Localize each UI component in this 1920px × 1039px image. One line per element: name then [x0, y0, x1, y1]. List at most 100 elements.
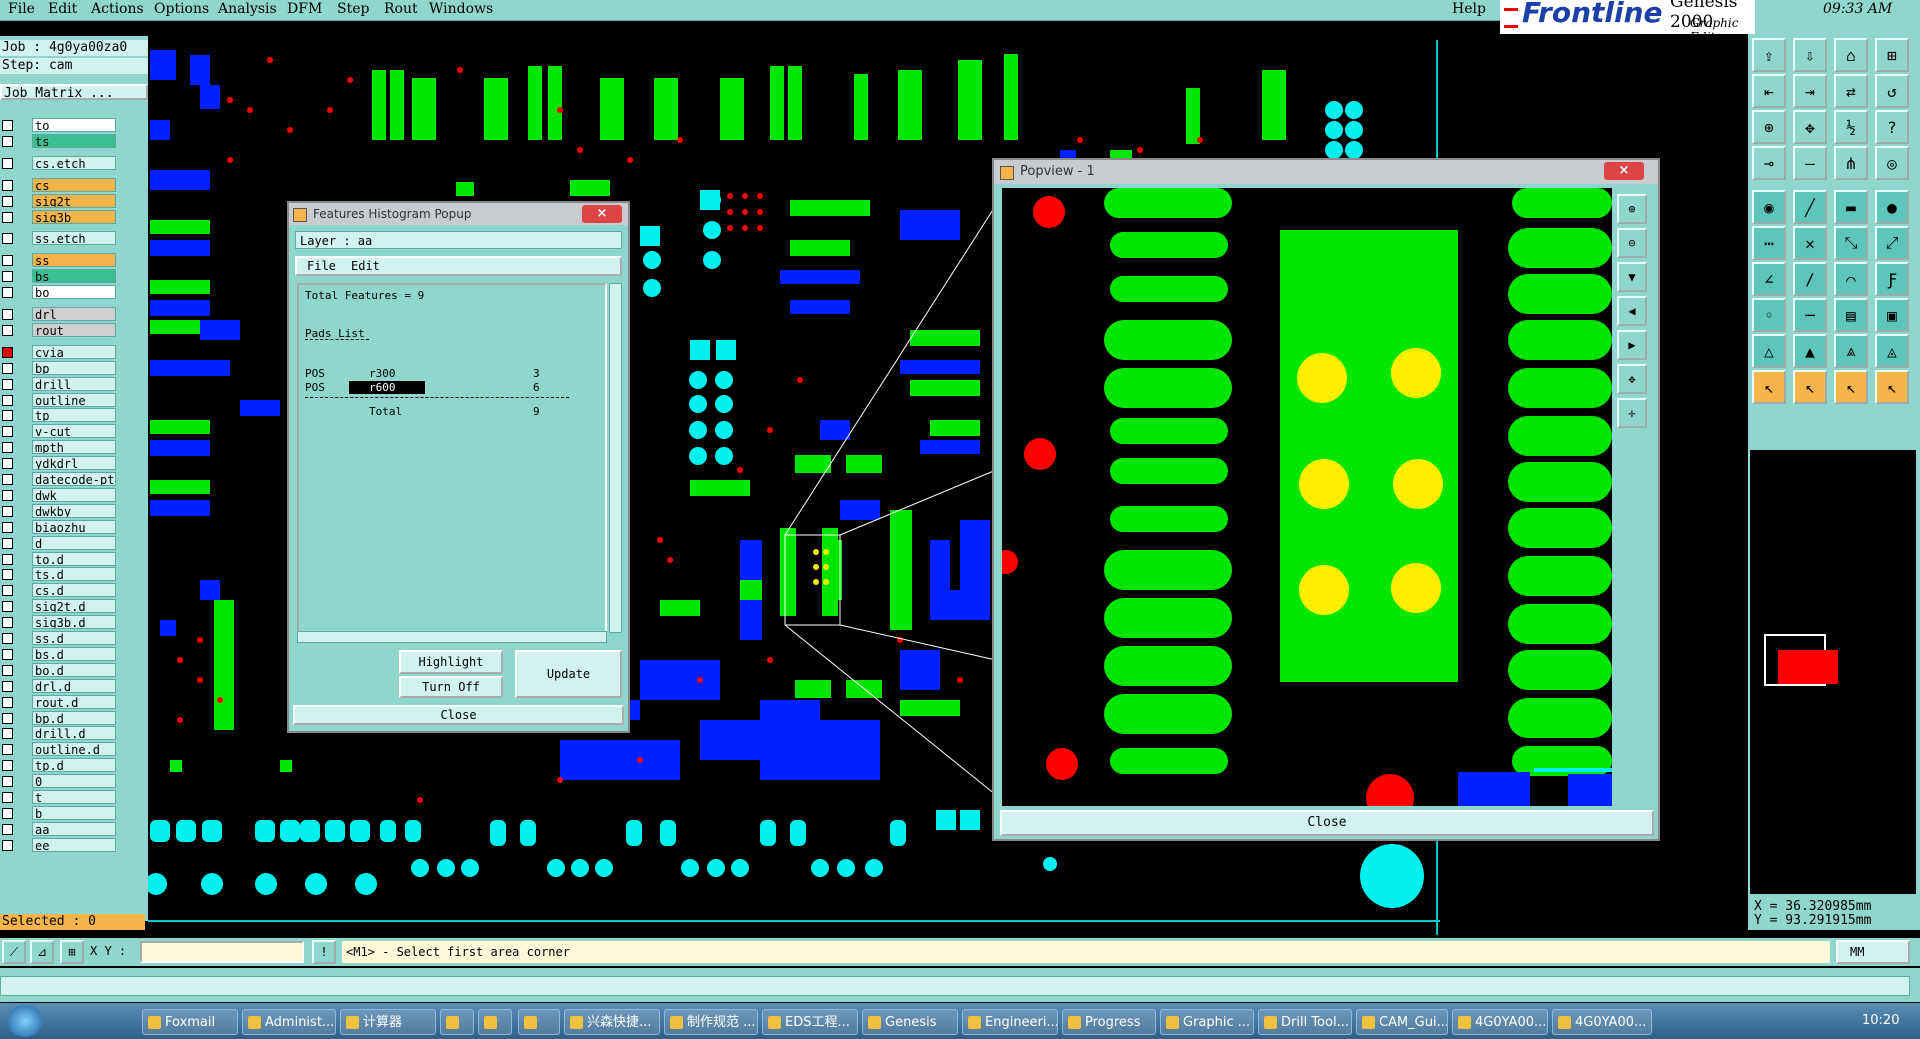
layer-label[interactable]: ee [32, 837, 116, 852]
menu-options[interactable]: Options [154, 1, 209, 17]
layer-row-sig3b[interactable]: sig3b [0, 209, 118, 224]
layer-label[interactable]: outline [32, 392, 116, 407]
layer-row-bp.d[interactable]: bp.d [0, 710, 118, 725]
layer-checkbox[interactable] [2, 696, 13, 708]
taskbar-item[interactable]: 计算器 [340, 1009, 436, 1035]
update-button[interactable]: Update [515, 650, 622, 698]
horizontal-icon[interactable]: ─ [1793, 298, 1827, 332]
layer-row-biaozhu[interactable]: biaozhu [0, 519, 118, 534]
taskbar-item[interactable]: Genesis [862, 1009, 958, 1035]
vertical-scrollbar[interactable] [609, 283, 622, 633]
layer-row-bs.d[interactable]: bs.d [0, 646, 118, 661]
menu-step[interactable]: Step [337, 1, 369, 17]
layer-label[interactable]: b [32, 805, 116, 820]
group-icon[interactable]: ▣ [1875, 298, 1909, 332]
layer-checkbox[interactable] [2, 233, 13, 245]
layer-label[interactable]: drill.d [32, 726, 116, 741]
layer-row-cs.etch[interactable]: cs.etch [0, 155, 118, 170]
swap-icon[interactable]: ⇄ [1834, 74, 1868, 108]
layer-checkbox[interactable] [2, 680, 13, 692]
histogram-menu-file[interactable]: File [307, 258, 336, 274]
menu-analysis[interactable]: Analysis [218, 1, 277, 17]
layer-checkbox[interactable] [2, 211, 13, 223]
box-icon[interactable]: ▤ [1834, 298, 1868, 332]
pad-icon[interactable]: ◉ [1752, 190, 1786, 224]
layer-checkbox[interactable] [2, 601, 13, 613]
redo-icon[interactable]: ↺ [1875, 74, 1909, 108]
taskbar-item[interactable]: Foxmail [142, 1009, 238, 1035]
layer-label[interactable]: rout.d [32, 694, 116, 709]
close-icon[interactable]: × [582, 205, 622, 223]
layer-checkbox[interactable] [2, 271, 13, 283]
turn-off-button[interactable]: Turn Off [399, 676, 503, 698]
grid-icon[interactable]: ⊞ [60, 940, 84, 964]
taskbar-item[interactable]: 制作规范 ... [664, 1009, 758, 1035]
layer-row-sig2t[interactable]: sig2t [0, 193, 118, 208]
layer-label[interactable]: drill [32, 376, 116, 391]
layer-checkbox[interactable] [2, 426, 13, 438]
layer-row-0[interactable]: 0 [0, 774, 118, 789]
layer-row-ss.etch[interactable]: ss.etch [0, 231, 118, 246]
circle-icon[interactable]: ● [1875, 190, 1909, 224]
layer-label[interactable]: to [32, 118, 116, 132]
layer-row-to[interactable]: to [0, 118, 118, 132]
layer-row-ee[interactable]: ee [0, 837, 118, 852]
layer-label[interactable]: aa [32, 821, 116, 836]
net-icon[interactable]: ⋔ [1834, 146, 1868, 180]
layer-checkbox[interactable] [2, 120, 13, 131]
layer-checkbox[interactable] [2, 378, 13, 390]
overview-map[interactable] [1750, 450, 1916, 894]
layer-row-datecode-pt[interactable]: datecode-pt [0, 472, 118, 486]
layer-checkbox[interactable] [2, 489, 13, 501]
layer-row-outline.d[interactable]: outline.d [0, 742, 118, 757]
pointer-icon[interactable]: ↖ [1752, 370, 1786, 404]
pan-right-icon[interactable]: ▶ [1617, 330, 1647, 360]
layer-row-aa[interactable]: aa [0, 821, 118, 836]
layer-label[interactable]: bp.d [32, 710, 116, 725]
layer-row-bp[interactable]: bp [0, 360, 118, 375]
layer-row-dwkby[interactable]: dwkby [0, 503, 118, 518]
layer-label[interactable]: sig2t [32, 193, 116, 208]
layer-checkbox[interactable] [2, 537, 13, 549]
layer-checkbox[interactable] [2, 135, 13, 147]
layer-checkbox[interactable] [2, 410, 13, 422]
drill-icon[interactable]: ◎ [1875, 146, 1909, 180]
cross-icon[interactable]: ✕ [1793, 226, 1827, 260]
layer-checkbox[interactable] [2, 839, 13, 851]
taskbar-item[interactable]: 兴森快捷... [564, 1009, 660, 1035]
menu-rout[interactable]: Rout [384, 1, 418, 17]
highlight-button[interactable]: Highlight [399, 650, 503, 674]
menu-file[interactable]: File [8, 1, 35, 17]
center-icon[interactable]: ⊕ [1752, 110, 1786, 144]
layer-checkbox[interactable] [2, 792, 13, 803]
layer-row-to.d[interactable]: to.d [0, 551, 118, 566]
taskbar-item[interactable]: CAM_Gui... [1356, 1009, 1448, 1035]
zoom-in-icon[interactable]: ⊕ [1617, 194, 1647, 224]
layer-row-dwk[interactable]: dwk [0, 487, 118, 502]
layer-label[interactable]: bo [32, 285, 116, 300]
menu-actions[interactable]: Actions [91, 1, 144, 17]
layer-checkbox[interactable] [2, 474, 13, 485]
layer-checkbox[interactable] [2, 712, 13, 724]
layer-label[interactable]: cvia [32, 344, 116, 359]
layer-label[interactable]: bo.d [32, 662, 116, 677]
layer-label[interactable]: dwkby [32, 503, 116, 518]
layer-label[interactable]: bp [32, 360, 116, 375]
start-button[interactable] [8, 1005, 42, 1037]
layer-label[interactable]: bs.d [32, 646, 116, 661]
layer-label[interactable]: to.d [32, 551, 116, 566]
connect-icon[interactable]: ⤡ [1834, 226, 1868, 260]
layer-checkbox[interactable] [2, 255, 13, 267]
layer-label[interactable]: drl [32, 307, 116, 321]
pan-left-icon[interactable]: ◀ [1617, 296, 1647, 326]
layer-label[interactable]: tp.d [32, 758, 116, 773]
layer-checkbox[interactable] [2, 648, 13, 660]
info-icon[interactable]: ! [312, 940, 336, 964]
layer-checkbox[interactable] [2, 157, 13, 169]
layer-row-ss.d[interactable]: ss.d [0, 631, 118, 645]
layer-label[interactable]: ss.etch [32, 231, 116, 246]
taskbar-item[interactable]: EDS工程... [762, 1009, 858, 1035]
layer-label[interactable]: sig2t.d [32, 599, 116, 614]
taskbar-item[interactable]: 4G0YA00... [1552, 1009, 1652, 1035]
home-icon[interactable]: ⌂ [1834, 38, 1868, 72]
